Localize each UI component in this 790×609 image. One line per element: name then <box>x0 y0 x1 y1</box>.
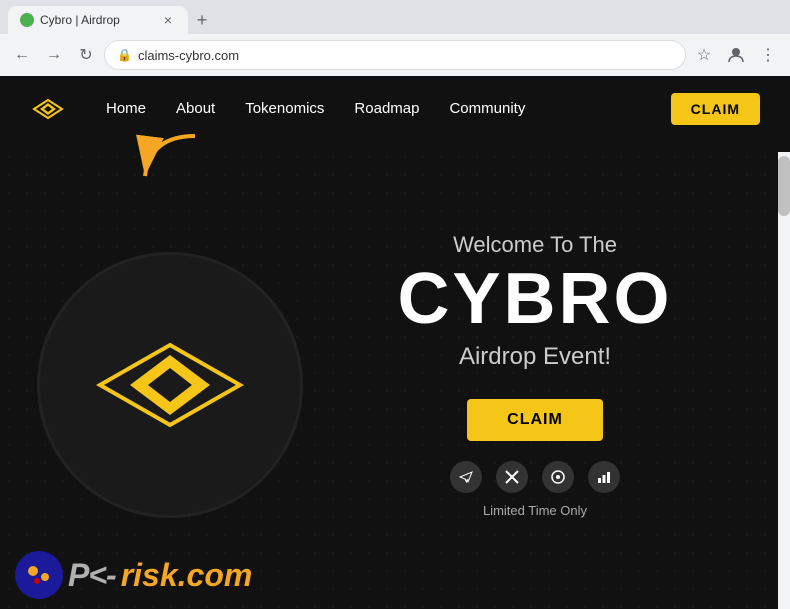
nav-links: Home About Tokenomics Roadmap Community <box>106 100 671 117</box>
account-icon[interactable] <box>722 41 750 69</box>
hero-logo-circle <box>40 255 300 515</box>
active-tab[interactable]: Cybro | Airdrop × <box>8 6 188 34</box>
discord-icon[interactable] <box>542 461 574 493</box>
welcome-text: Welcome To The <box>453 232 617 258</box>
nav-claim-button[interactable]: CLAIM <box>671 93 760 125</box>
nav-roadmap[interactable]: Roadmap <box>354 100 419 117</box>
browser-window: Cybro | Airdrop × + ← → ↻ 🔒 claims-cybro… <box>0 0 790 76</box>
new-tab-button[interactable]: + <box>188 6 216 34</box>
address-bar[interactable]: 🔒 claims-cybro.com <box>104 40 686 70</box>
nav-home[interactable]: Home <box>106 100 146 117</box>
site-navbar: Home About Tokenomics Roadmap Community … <box>0 76 790 141</box>
menu-icon[interactable]: ⋮ <box>754 41 782 69</box>
hero-title: CYBRO <box>397 263 672 335</box>
url-text: claims-cybro.com <box>138 48 673 63</box>
tab-favicon <box>20 13 34 27</box>
back-button[interactable]: ← <box>8 41 36 69</box>
scrollbar-track[interactable] <box>778 152 790 609</box>
tab-bar: Cybro | Airdrop × + <box>0 0 790 34</box>
social-links <box>450 461 620 493</box>
bookmark-icon[interactable]: ☆ <box>690 41 718 69</box>
telegram-icon[interactable] <box>450 461 482 493</box>
hero-section: Welcome To The CYBRO Airdrop Event! CLAI… <box>0 141 790 609</box>
tab-close-button[interactable]: × <box>160 12 176 28</box>
scrollbar-thumb[interactable] <box>778 156 790 216</box>
browser-controls: ← → ↻ 🔒 claims-cybro.com ☆ ⋮ <box>0 34 790 76</box>
forward-button[interactable]: → <box>40 41 68 69</box>
nav-community[interactable]: Community <box>449 100 525 117</box>
hero-claim-button[interactable]: CLAIM <box>467 399 603 441</box>
site-logo <box>30 91 66 127</box>
website-content: Home About Tokenomics Roadmap Community … <box>0 76 790 609</box>
nav-tokenomics[interactable]: Tokenomics <box>245 100 324 117</box>
hero-subtitle: Airdrop Event! <box>459 343 611 371</box>
limited-time-text: Limited Time Only <box>483 503 587 518</box>
nav-about[interactable]: About <box>176 100 215 117</box>
tab-title: Cybro | Airdrop <box>40 13 120 27</box>
lock-icon: 🔒 <box>117 48 132 62</box>
chart-icon[interactable] <box>588 461 620 493</box>
hero-text-block: Welcome To The CYBRO Airdrop Event! CLAI… <box>300 232 750 518</box>
refresh-button[interactable]: ↻ <box>72 41 100 69</box>
twitter-icon[interactable] <box>496 461 528 493</box>
